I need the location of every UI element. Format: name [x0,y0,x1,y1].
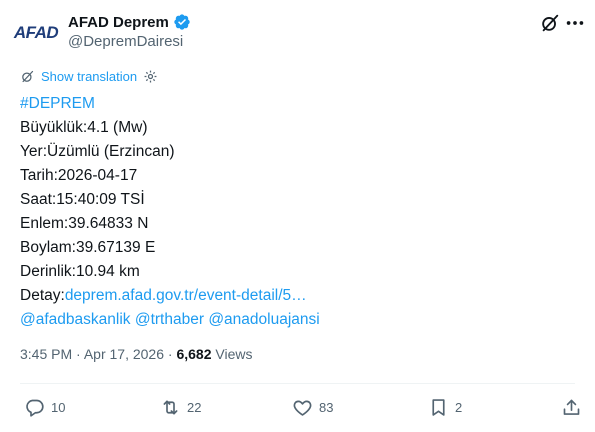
verified-badge-icon [174,14,190,30]
show-translation-button[interactable]: Show translation [20,69,158,84]
share-button[interactable] [561,397,582,418]
date-line: Tarih:2026-04-17 [20,167,138,184]
bookmark-icon [432,399,445,416]
grok-translate-icon [22,70,34,83]
location-line: Yer:Üzümlü (Erzincan) [20,143,175,160]
post-time[interactable]: 3:45 PM [20,346,72,362]
show-translation-label[interactable]: Show translation [41,69,137,84]
tweet-meta: 3:45 PM · Apr 17, 2026 · 6,682 Views [20,346,252,362]
divider [20,383,575,384]
longitude-line: Boylam:39.67139 E [20,239,156,256]
reply-count: 10 [51,400,66,415]
detail-link[interactable]: deprem.afad.gov.tr/event-detail/5… [65,287,307,304]
meta-separator: · [76,346,81,362]
author-display-name[interactable]: AFAD Deprem [68,14,169,31]
detail-line: Detay:deprem.afad.gov.tr/event-detail/5… [20,284,320,308]
meta-separator: · [167,346,173,362]
retweet-icon [163,400,178,415]
post-date[interactable]: Apr 17, 2026 [84,346,164,362]
mention-link[interactable]: @trthaber [135,311,204,328]
views-label: Views [215,346,253,362]
detail-label: Detay: [20,287,65,304]
depth-line: Derinlik:10.94 km [20,263,140,280]
tweet: AFAD AFAD Deprem @DepremDairesi Show tra… [0,0,595,432]
avatar[interactable]: AFAD [13,11,59,55]
views-count: 6,682 [176,346,212,362]
bookmark-count: 2 [455,400,463,415]
author-name[interactable]: AFAD Deprem [68,13,191,31]
avatar-logo-text: AFAD [13,23,59,42]
more-options-icon[interactable] [564,12,586,34]
mention-link[interactable]: @anadoluajansi [208,311,319,328]
like-button[interactable]: 83 [292,397,333,418]
retweet-button[interactable]: 22 [160,397,201,418]
bookmark-button[interactable]: 2 [428,397,462,418]
author-handle[interactable]: @DepremDairesi [68,33,183,50]
grok-icon[interactable] [539,12,561,34]
heart-icon [293,400,312,416]
reply-button[interactable]: 10 [24,397,65,418]
share-icon [563,399,580,415]
retweet-count: 22 [187,400,202,415]
mention-link[interactable]: @afadbaskanlik [20,311,131,328]
tweet-text: #DEPREM Büyüklük:4.1 (Mw) Yer:Üzümlü (Er… [20,92,320,332]
latitude-line: Enlem:39.64833 N [20,215,149,232]
like-count: 83 [319,400,334,415]
magnitude-line: Büyüklük:4.1 (Mw) [20,119,148,136]
mentions-line: @afadbaskanlik @trthaber @anadoluajansi [20,308,320,332]
reply-icon [26,399,44,417]
hashtag-link[interactable]: #DEPREM [20,95,95,112]
gear-icon[interactable] [143,69,158,84]
time-line: Saat:15:40:09 TSİ [20,191,145,208]
